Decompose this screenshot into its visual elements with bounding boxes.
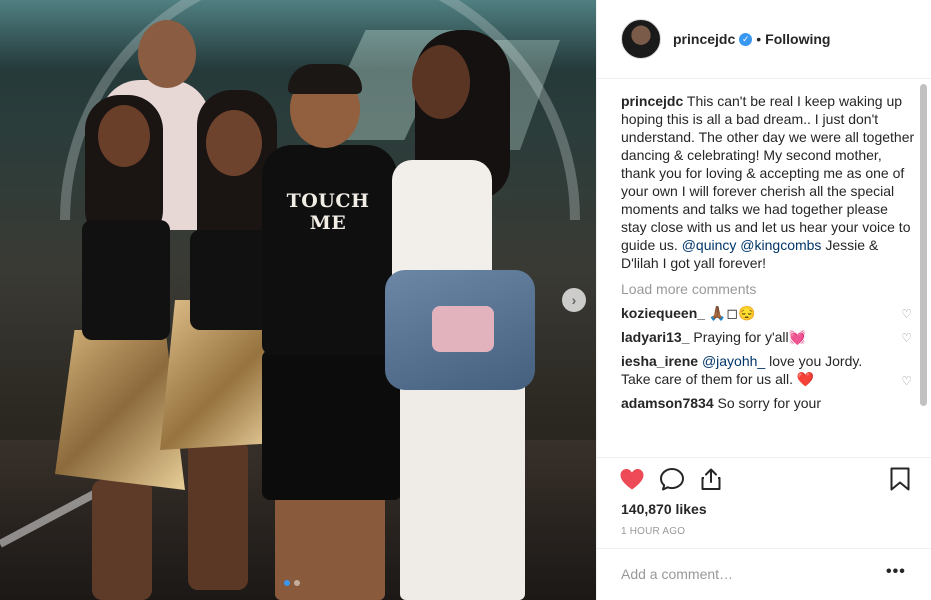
carousel-dot-active bbox=[284, 580, 290, 586]
verified-badge-icon: ✓ bbox=[739, 32, 753, 46]
shirt-text: TOUCH ME bbox=[286, 190, 370, 234]
handbag bbox=[432, 306, 494, 352]
heart-filled-icon[interactable] bbox=[619, 467, 645, 491]
load-more-comments-button[interactable]: Load more comments bbox=[621, 280, 915, 298]
heart-outline-icon[interactable]: ♡ bbox=[901, 329, 912, 347]
following-button[interactable]: Following bbox=[765, 31, 830, 47]
comment-username[interactable]: adamson7834 bbox=[621, 395, 714, 411]
more-options-icon[interactable]: ••• bbox=[886, 563, 906, 581]
comment-text: Praying for y'all💓 bbox=[693, 329, 807, 345]
bookmark-icon[interactable] bbox=[889, 467, 911, 491]
caption-mention[interactable]: @quincy bbox=[682, 237, 737, 253]
comment-item: iesha_irene @jayohh_ love you Jordy. Tak… bbox=[621, 352, 915, 388]
avatar[interactable] bbox=[621, 19, 661, 59]
carousel-dot bbox=[294, 580, 300, 586]
add-comment-input[interactable] bbox=[621, 566, 861, 582]
heart-outline-icon[interactable]: ♡ bbox=[901, 305, 912, 323]
comment-item: ladyari13_ Praying for y'all💓 ♡ bbox=[621, 328, 915, 346]
comment-text: So sorry for your bbox=[717, 395, 821, 411]
post-header: princejdc ✓ • Following bbox=[597, 0, 931, 79]
add-comment-bar: ••• bbox=[597, 548, 931, 600]
post-photo[interactable]: TOUCH ME › bbox=[0, 0, 596, 600]
comments-list[interactable]: princejdc This can't be real I keep waki… bbox=[621, 92, 915, 458]
caption-text: This can't be real I keep waking up hopi… bbox=[621, 93, 915, 253]
speech-bubble-icon[interactable] bbox=[659, 467, 685, 491]
chevron-right-icon[interactable]: › bbox=[562, 288, 586, 312]
comment-mention[interactable]: @jayohh_ bbox=[702, 353, 765, 369]
post-side-panel: princejdc ✓ • Following princejdc This c… bbox=[596, 0, 931, 600]
post-timestamp[interactable]: 1 HOUR AGO bbox=[621, 526, 685, 537]
comment-username[interactable]: ladyari13_ bbox=[621, 329, 690, 345]
comment-text: 🙏🏾◻😔 bbox=[708, 305, 756, 321]
heart-outline-icon[interactable]: ♡ bbox=[901, 372, 912, 390]
scrollbar-thumb[interactable] bbox=[920, 84, 927, 406]
share-icon[interactable] bbox=[699, 467, 723, 491]
comment-username[interactable]: iesha_irene bbox=[621, 353, 698, 369]
caption-username[interactable]: princejdc bbox=[621, 93, 683, 109]
comment-username[interactable]: koziequeen_ bbox=[621, 305, 705, 321]
caption: princejdc This can't be real I keep waki… bbox=[621, 92, 915, 272]
header-username[interactable]: princejdc bbox=[673, 31, 735, 47]
action-bar bbox=[597, 457, 931, 507]
caption-mention[interactable]: @kingcombs bbox=[740, 237, 821, 253]
comment-item: adamson7834 So sorry for your bbox=[621, 394, 915, 412]
comment-item: koziequeen_ 🙏🏾◻😔 ♡ bbox=[621, 304, 915, 322]
likes-count[interactable]: 140,870 likes bbox=[621, 501, 707, 517]
carousel-indicator bbox=[284, 580, 300, 586]
separator-dot: • bbox=[756, 31, 762, 47]
comments-scrollbar[interactable] bbox=[918, 80, 928, 455]
